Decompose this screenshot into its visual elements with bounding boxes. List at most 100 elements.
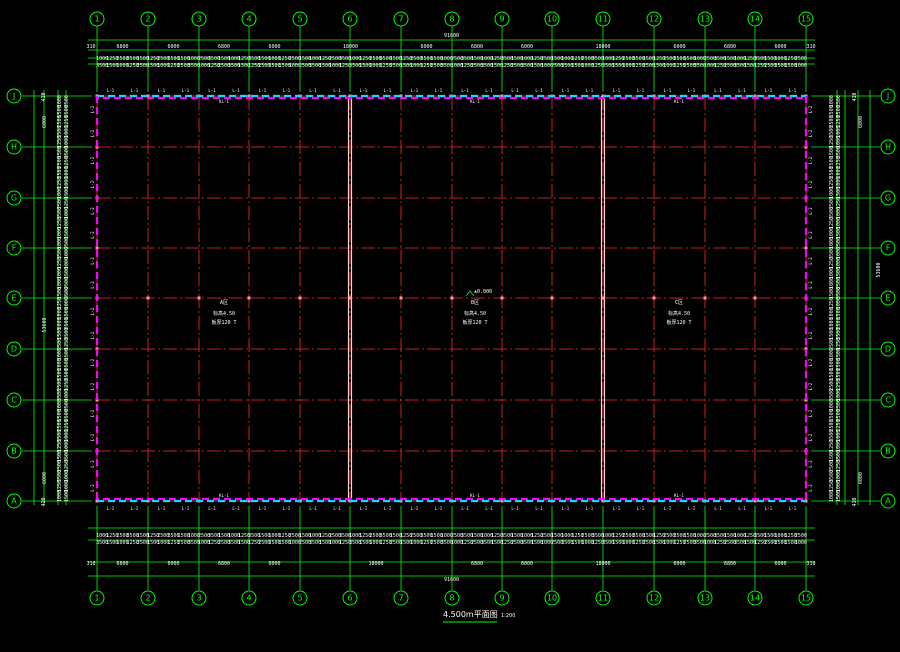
axis-bubble-bottom-10: 10 bbox=[544, 590, 560, 606]
dim-segment-top: 6000 bbox=[521, 44, 533, 50]
dim-sub-left-2: 1500 bbox=[64, 490, 70, 502]
edge-tag-bottom: L-1 bbox=[411, 506, 419, 511]
side-tag-right: L-2 bbox=[808, 409, 813, 417]
axis-bubble-bottom-2-label: 2 bbox=[145, 594, 150, 603]
side-tag-left: L-2 bbox=[90, 307, 95, 315]
edge-tag-bottom: L-1 bbox=[208, 506, 216, 511]
axis-bubble-right-H: H bbox=[880, 139, 896, 155]
edge-tag-top: L-1 bbox=[637, 88, 645, 93]
edge-tag-top: L-1 bbox=[131, 88, 139, 93]
dim-segment-top: 6800 bbox=[218, 44, 230, 50]
zone-a-note: A区 标高4.50 板厚120 T bbox=[211, 300, 236, 326]
axis-bubble-top-9: 9 bbox=[494, 11, 510, 27]
axis-bubble-top-7: 7 bbox=[393, 11, 409, 27]
edge-tag-top: L-1 bbox=[511, 88, 519, 93]
dim-right-offset-bottom: 410 bbox=[852, 497, 858, 506]
axis-bubble-right-D: D bbox=[880, 341, 896, 357]
edge-tag-bottom: L-1 bbox=[384, 506, 392, 511]
axis-bubble-top-15: 15 bbox=[798, 11, 814, 27]
axis-bubble-bottom-9: 9 bbox=[494, 590, 510, 606]
dim-segment-top: 6000 bbox=[673, 44, 685, 50]
column-4E bbox=[247, 296, 251, 300]
side-tag-left: L-2 bbox=[90, 331, 95, 339]
axis-bubble-top-1: 1 bbox=[89, 11, 105, 27]
dim-segment-bottom: 6800 bbox=[116, 561, 128, 567]
side-tag-left: L-2 bbox=[90, 207, 95, 215]
dim-segment-bottom: 18000 bbox=[368, 561, 383, 567]
axis-bubble-top-8: 8 bbox=[444, 11, 460, 27]
elevation-label: ±0.000 bbox=[474, 289, 492, 295]
dim-offset-top-left: 310 bbox=[86, 44, 95, 50]
axis-bubble-bottom-8-label: 8 bbox=[449, 594, 454, 603]
dim-sub-bottom-2: 1000 bbox=[795, 540, 807, 546]
column-12E bbox=[652, 296, 656, 300]
axis-bubble-left-J-label: J bbox=[12, 92, 15, 101]
axis-bubble-top-13: 13 bbox=[697, 11, 713, 27]
edge-tag-bottom: L-1 bbox=[259, 506, 267, 511]
edge-tag-bottom: L-1 bbox=[789, 506, 797, 511]
zone-b-elevation: 标高4.50 bbox=[464, 310, 486, 317]
structural-grid bbox=[95, 94, 808, 503]
elevation-triangle-icon bbox=[465, 290, 475, 297]
side-tag-left: L-2 bbox=[90, 433, 95, 441]
axis-bubble-bottom-3: 3 bbox=[191, 590, 207, 606]
edge-tag-bottom: L-1 bbox=[131, 506, 139, 511]
edge-tag-bottom: L-1 bbox=[765, 506, 773, 511]
axis-lines bbox=[22, 26, 880, 590]
zone-b-thickness: 板厚120 T bbox=[462, 319, 487, 326]
edge-tag-top: L-1 bbox=[664, 88, 672, 93]
axis-bubble-left-B-label: B bbox=[11, 447, 17, 456]
dim-offset-top-right: 310 bbox=[806, 44, 815, 50]
side-tag-right: L-2 bbox=[808, 156, 813, 164]
dim-right-outer-bottom: 6000 bbox=[858, 472, 864, 484]
axis-bubble-left-H: H bbox=[6, 139, 22, 155]
axis-bubble-bottom-12: 12 bbox=[646, 590, 662, 606]
elevation-marker: ±0.000 bbox=[465, 289, 492, 297]
axis-bubble-top-7-label: 7 bbox=[398, 15, 403, 24]
title-label: 4.500m平面图 bbox=[443, 610, 498, 619]
axis-bubble-left-D: D bbox=[6, 341, 22, 357]
column-8E bbox=[450, 296, 454, 300]
column-15F bbox=[804, 246, 808, 250]
side-tag-right: L-2 bbox=[808, 460, 813, 468]
zone-c-thickness: 板厚120 T bbox=[666, 319, 691, 326]
side-tag-left: L-2 bbox=[90, 460, 95, 468]
zone-b-name: B区 bbox=[471, 300, 479, 306]
axis-bubble-top-4: 4 bbox=[241, 11, 257, 27]
edge-tag-bottom: L-1 bbox=[738, 506, 746, 511]
axis-bubble-right-E: E bbox=[880, 290, 896, 306]
axis-bubble-top-3: 3 bbox=[191, 11, 207, 27]
axis-bubble-right-D-label: D bbox=[885, 345, 891, 354]
axis-bubble-right-F-label: F bbox=[886, 244, 891, 253]
column-6E bbox=[348, 296, 352, 300]
axis-bubble-top-6: 6 bbox=[342, 11, 358, 27]
dim-offset-bottom-right: 310 bbox=[806, 561, 815, 567]
dim-segment-bottom: 6000 bbox=[167, 561, 179, 567]
axis-bubble-bottom-13-label: 13 bbox=[700, 594, 710, 603]
axis-bubble-top-4-label: 4 bbox=[246, 15, 251, 24]
dim-segment-bottom: 18000 bbox=[595, 561, 610, 567]
dim-segment-top: 6800 bbox=[116, 44, 128, 50]
dim-segment-top: 6000 bbox=[774, 44, 786, 50]
axis-bubble-left-F-label: F bbox=[12, 244, 17, 253]
edge-tag-top: L-1 bbox=[738, 88, 746, 93]
axis-bubble-top-3-label: 3 bbox=[196, 15, 201, 24]
axis-bubble-left-J: J bbox=[6, 88, 22, 104]
side-tag-left: L-2 bbox=[90, 156, 95, 164]
axis-bubble-bottom-3-label: 3 bbox=[196, 594, 201, 603]
axis-bubble-right-G-label: G bbox=[885, 194, 891, 203]
edge-tag-bottom: L-1 bbox=[535, 506, 543, 511]
axis-bubble-top-2-label: 2 bbox=[145, 15, 150, 24]
axis-bubble-bottom-5: 5 bbox=[292, 590, 308, 606]
dim-segment-top: 6800 bbox=[471, 44, 483, 50]
axis-bubble-left-B: B bbox=[6, 443, 22, 459]
beam-tag-bottom: KL-1 bbox=[470, 493, 480, 498]
axis-bubble-right-J-label: J bbox=[886, 92, 889, 101]
beam-tag-top: KL-1 bbox=[674, 99, 684, 104]
axis-bubble-top-10: 10 bbox=[544, 11, 560, 27]
dim-total-top: 91600 bbox=[444, 33, 459, 39]
axis-bubble-bottom-9-label: 9 bbox=[499, 594, 504, 603]
axis-bubble-bottom-14: 14 bbox=[747, 590, 763, 606]
zone-a-elevation: 标高4.50 bbox=[213, 310, 235, 317]
axis-bubble-left-F: F bbox=[6, 240, 22, 256]
